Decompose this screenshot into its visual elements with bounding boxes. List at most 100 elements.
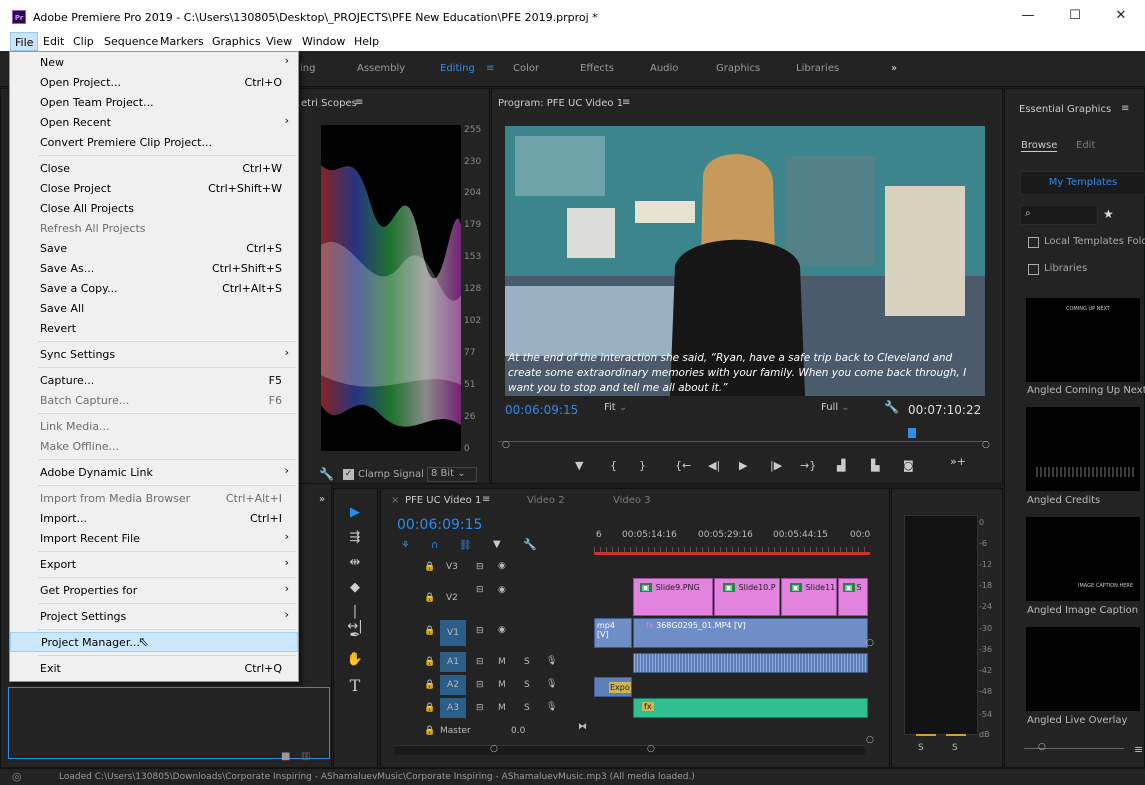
menu-item-open-recent[interactable]: Open Recent ›	[10, 113, 298, 133]
slider-handle[interactable]: ○	[1038, 742, 1046, 752]
pen-tool-icon[interactable]: ✒	[346, 628, 364, 646]
step-back-icon[interactable]: ◀|	[708, 459, 720, 472]
timeline-timecode[interactable]: 00:06:09:15	[397, 517, 482, 533]
mute-button[interactable]: M	[498, 703, 506, 713]
menu-item-make-offline[interactable]: Make Offline...	[10, 437, 298, 457]
menu-item-link-media[interactable]: Link Media...	[10, 417, 298, 437]
lock-icon[interactable]: 🔒	[424, 593, 435, 603]
menu-item-new[interactable]: New ›	[10, 53, 298, 73]
add-marker-icon[interactable]: ▼	[575, 459, 583, 472]
timeline-tab-video-2[interactable]: Video 2	[527, 495, 565, 506]
program-playhead[interactable]	[908, 428, 916, 438]
menu-item-close-all-projects[interactable]: Close All Projects	[10, 199, 298, 219]
menu-item-batch-capture[interactable]: Batch Capture... F6	[10, 391, 298, 411]
lift-icon[interactable]: ▟	[837, 459, 845, 472]
workspace-menu-icon[interactable]: ≡	[486, 63, 494, 74]
solo-button[interactable]: S	[524, 680, 530, 690]
scroll-handle-left[interactable]: ○	[490, 744, 498, 754]
menu-item-close-project[interactable]: Close Project Ctrl+Shift+W	[10, 179, 298, 199]
libraries-checkbox[interactable]	[1028, 264, 1039, 275]
voice-over-mic-icon[interactable]: 🎙	[546, 679, 557, 689]
tools-more-icon[interactable]: »	[319, 494, 325, 505]
mark-out-icon[interactable]: }	[639, 459, 646, 472]
lock-icon[interactable]: 🔒	[424, 726, 435, 736]
type-tool-icon[interactable]: T	[346, 676, 364, 695]
toggle-output-icon[interactable]: ◉	[498, 561, 506, 571]
toggle-output-icon[interactable]: ◉	[498, 585, 506, 595]
voice-over-mic-icon[interactable]: 🎙	[546, 656, 557, 666]
track-label-v1[interactable]: V1	[440, 620, 466, 646]
lock-icon[interactable]: 🔒	[424, 562, 435, 572]
menu-item-import-recent-file[interactable]: Import Recent File ›	[10, 529, 298, 549]
razor-tool-icon[interactable]: ◆	[346, 580, 364, 598]
track-label-v3[interactable]: V3	[446, 562, 458, 572]
export-frame-icon[interactable]: ◙	[903, 459, 914, 472]
workspace-tab-editing[interactable]: Editing	[440, 63, 475, 74]
timeline-tab-pfe-uc-video-1[interactable]: PFE UC Video 1	[405, 495, 481, 506]
sync-lock-icon[interactable]: ⊟	[476, 626, 484, 636]
panel-menu-icon[interactable]: ≡	[1134, 743, 1143, 756]
minimize-button[interactable]: —	[1008, 6, 1048, 26]
clip-slide10[interactable]: ▣ Slide10.P	[714, 578, 780, 616]
workspace-tab-effects[interactable]: Effects	[580, 63, 614, 74]
solo-right-button[interactable]: S	[952, 743, 958, 753]
mute-button[interactable]: M	[498, 680, 506, 690]
workspace-tab-graphics[interactable]: Graphics	[716, 63, 760, 74]
menu-item-open-project[interactable]: Open Project... Ctrl+O	[10, 73, 298, 93]
clip-slide12[interactable]: ▣ S	[838, 578, 868, 616]
menu-item-save-all[interactable]: Save All	[10, 299, 298, 319]
more-workspaces-icon[interactable]: »	[891, 63, 897, 74]
clip-slide11[interactable]: ▣ Slide11	[781, 578, 837, 616]
menu-view[interactable]: View	[266, 35, 292, 48]
sync-lock-icon[interactable]: ⊟	[476, 657, 484, 667]
lock-icon[interactable]: 🔒	[424, 703, 435, 713]
workspace-tab-libraries[interactable]: Libraries	[796, 63, 839, 74]
timeline-menu-icon[interactable]: ≡	[482, 494, 490, 505]
menu-item-project-manager[interactable]: Project Manager... ⇖	[10, 632, 298, 652]
clip-368g0295[interactable]: fx 368G0295_01.MP4 [V]	[633, 618, 868, 648]
menu-item-adobe-dynamic-link[interactable]: Adobe Dynamic Link ›	[10, 463, 298, 483]
menu-edit[interactable]: Edit	[43, 35, 64, 48]
menu-graphics[interactable]: Graphics	[212, 35, 261, 48]
menu-markers[interactable]: Markers	[160, 35, 204, 48]
bit-depth-select[interactable]: 8 Bit ⌄	[427, 467, 477, 482]
menu-item-refresh-all-projects[interactable]: Refresh All Projects	[10, 219, 298, 239]
menu-item-open-team-project[interactable]: Open Team Project...	[10, 93, 298, 113]
add-marker-timeline-icon[interactable]: ▼	[493, 539, 501, 550]
track-label-a3[interactable]: A3	[440, 698, 466, 718]
menu-item-project-settings[interactable]: Project Settings ›	[10, 607, 298, 627]
favorites-star-icon[interactable]: ★	[1103, 207, 1114, 221]
clip-previous-video[interactable]: mp4 [V]	[594, 618, 632, 648]
selection-tool-icon[interactable]: ▶	[346, 505, 364, 523]
go-to-out-icon[interactable]: →}	[800, 459, 816, 472]
lock-icon[interactable]: 🔒	[424, 626, 435, 636]
clamp-signal-checkbox[interactable]: ✓	[343, 469, 354, 480]
slip-tool-icon[interactable]: |↔|	[346, 604, 364, 634]
menu-item-exit[interactable]: Exit Ctrl+Q	[10, 659, 298, 679]
sync-lock-icon[interactable]: ⊟	[476, 680, 484, 690]
essential-graphics-title[interactable]: Essential Graphics	[1019, 104, 1111, 115]
track-label-v2[interactable]: V2	[446, 593, 458, 603]
template-thumbnail[interactable]: IMAGE CAPTION HERE	[1026, 517, 1140, 601]
clip-audio-a3[interactable]: fx	[633, 698, 868, 718]
essential-graphics-menu-icon[interactable]: ≡	[1121, 103, 1129, 114]
menu-item-import[interactable]: Import... Ctrl+I	[10, 509, 298, 529]
step-forward-icon[interactable]: |▶	[770, 459, 782, 472]
linked-selection-icon[interactable]: ⛓	[459, 540, 472, 551]
menu-item-revert[interactable]: Revert	[10, 319, 298, 339]
quality-select[interactable]: Full ⌄	[815, 402, 875, 417]
my-templates-dropdown[interactable]: My Templates	[1020, 171, 1145, 195]
menu-item-capture[interactable]: Capture... F5	[10, 371, 298, 391]
program-title[interactable]: Program: PFE UC Video 1	[498, 98, 623, 109]
menu-item-save-as[interactable]: Save As... Ctrl+Shift+S	[10, 259, 298, 279]
scopes-title[interactable]: etri Scopes	[301, 98, 357, 109]
settings-wrench-icon[interactable]: 🔧	[884, 400, 899, 414]
maximize-button[interactable]: ☐	[1055, 6, 1095, 26]
timeline-settings-icon[interactable]: 🔧	[523, 538, 537, 551]
menu-item-get-properties-for[interactable]: Get Properties for ›	[10, 581, 298, 601]
local-templates-checkbox[interactable]	[1028, 237, 1039, 248]
template-thumbnail[interactable]	[1026, 627, 1140, 711]
trash-icon[interactable]: ▥	[301, 751, 310, 762]
solo-button[interactable]: S	[524, 657, 530, 667]
mark-in-icon[interactable]: {	[610, 459, 617, 472]
